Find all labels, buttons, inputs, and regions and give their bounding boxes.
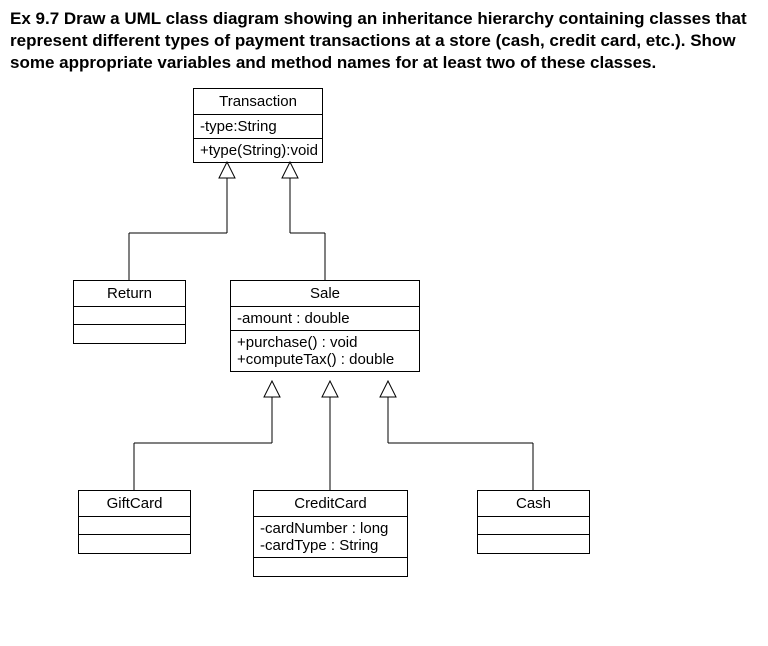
uml-class-giftcard: GiftCard — [78, 490, 191, 554]
class-attributes — [74, 307, 185, 325]
class-name: GiftCard — [79, 491, 190, 517]
inheritance-arrow-icon — [264, 381, 280, 397]
class-methods — [478, 535, 589, 553]
uml-class-cash: Cash — [477, 490, 590, 554]
class-attributes: -type:String — [194, 115, 322, 139]
class-name: Cash — [478, 491, 589, 517]
exercise-header: Ex 9.7 Draw a UML class diagram showing … — [10, 8, 758, 74]
inheritance-arrow-icon — [380, 381, 396, 397]
inheritance-arrow-icon — [282, 162, 298, 178]
class-methods: +purchase() : void +computeTax() : doubl… — [231, 331, 419, 371]
class-methods: +type(String):void — [194, 139, 322, 162]
class-methods — [254, 558, 407, 576]
inheritance-arrow-icon — [219, 162, 235, 178]
attribute: -cardNumber : long — [260, 520, 401, 537]
method: +computeTax() : double — [237, 351, 413, 368]
class-name: CreditCard — [254, 491, 407, 517]
class-name: Return — [74, 281, 185, 307]
method: +type(String):void — [200, 142, 316, 159]
uml-class-transaction: Transaction -type:String +type(String):v… — [193, 88, 323, 163]
uml-class-creditcard: CreditCard -cardNumber : long -cardType … — [253, 490, 408, 577]
uml-class-sale: Sale -amount : double +purchase() : void… — [230, 280, 420, 372]
uml-diagram: Transaction -type:String +type(String):v… — [10, 88, 758, 628]
class-attributes — [79, 517, 190, 535]
class-attributes: -amount : double — [231, 307, 419, 331]
class-name: Sale — [231, 281, 419, 307]
class-methods — [74, 325, 185, 343]
attribute: -type:String — [200, 118, 316, 135]
class-name: Transaction — [194, 89, 322, 115]
class-attributes — [478, 517, 589, 535]
class-methods — [79, 535, 190, 553]
attribute: -cardType : String — [260, 537, 401, 554]
class-attributes: -cardNumber : long -cardType : String — [254, 517, 407, 558]
uml-class-return: Return — [73, 280, 186, 344]
method: +purchase() : void — [237, 334, 413, 351]
attribute: -amount : double — [237, 310, 413, 327]
inheritance-arrow-icon — [322, 381, 338, 397]
